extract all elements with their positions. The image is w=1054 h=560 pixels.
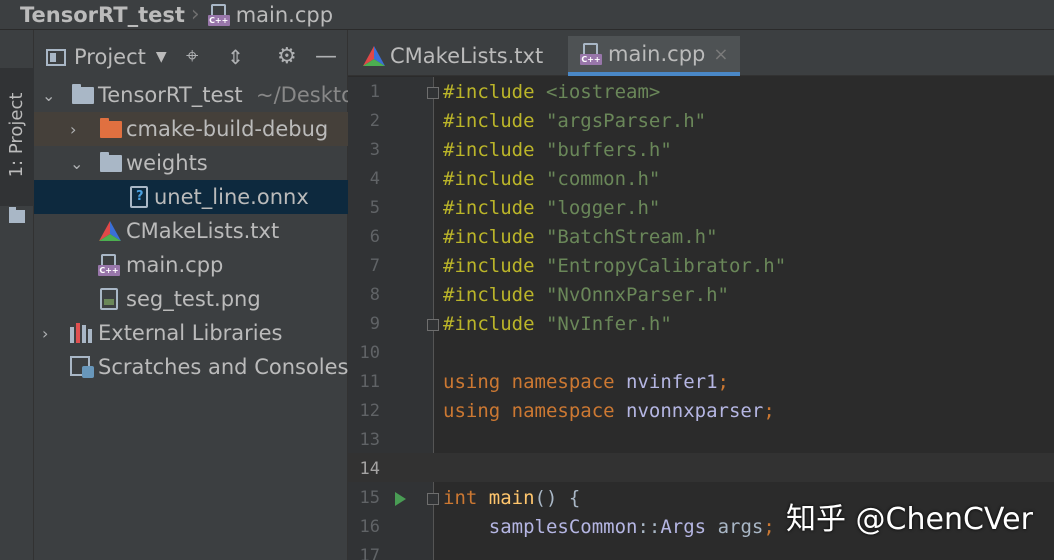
gear-icon[interactable]: ⚙ — [277, 44, 297, 70]
locate-crosshair-icon[interactable]: ⌖ — [186, 44, 198, 70]
tab-cmakelists[interactable]: CMakeLists.txt — [362, 36, 543, 76]
project-tool-window-button[interactable]: 1: Project — [0, 68, 34, 223]
line-number: 1 — [369, 82, 380, 102]
tree-item-cmake-build-debug[interactable]: › cmake-build-debug — [34, 112, 348, 146]
line-number: 15 — [359, 488, 380, 508]
tree-item-external-libraries[interactable]: › External Libraries — [34, 316, 348, 350]
tree-item-label: cmake-build-debug — [126, 117, 329, 141]
code-line[interactable]: using namespace nvonnxparser; — [443, 397, 775, 426]
tree-item-label: main.cpp — [126, 253, 224, 277]
code-line[interactable]: #include "BatchStream.h" — [443, 223, 718, 252]
tree-item-cmakelists[interactable]: CMakeLists.txt — [34, 214, 348, 248]
chevron-down-icon[interactable]: ⌄ — [42, 86, 55, 105]
line-number: 9 — [369, 314, 380, 334]
code-line[interactable]: #include "NvInfer.h" — [443, 310, 672, 339]
navigation-breadcrumb: TensorRT_test › C++ main.cpp — [0, 0, 1054, 30]
tree-item-weights[interactable]: ⌄ weights — [34, 146, 348, 180]
folder-icon — [9, 207, 25, 223]
code-line[interactable]: #include "argsParser.h" — [443, 107, 706, 136]
tree-item-label: seg_test.png — [126, 287, 261, 311]
tree-item-label: CMakeLists.txt — [126, 219, 280, 243]
current-line-highlight — [348, 453, 1054, 482]
line-number: 4 — [369, 169, 380, 189]
close-icon[interactable]: × — [713, 44, 728, 65]
line-number: 3 — [369, 140, 380, 160]
tab-label: CMakeLists.txt — [390, 44, 544, 68]
editor-tab-bar: CMakeLists.txt C++ main.cpp × — [348, 30, 1054, 76]
project-view-selector[interactable]: Project — [74, 45, 146, 69]
project-panel: Project ▼ ⌖ ⇕ ⚙ — ⌄ TensorRT_test ~/Desk… — [34, 30, 354, 560]
tree-item-label: weights — [126, 151, 208, 175]
folder-orange-icon — [100, 118, 122, 138]
scratches-icon — [70, 356, 94, 378]
fold-marker-icon[interactable] — [427, 319, 439, 331]
tree-item-seg-test-png[interactable]: seg_test.png — [34, 282, 348, 316]
tree-item-project-root[interactable]: ⌄ TensorRT_test ~/Deskto — [34, 78, 354, 112]
tree-item-unet-line-onnx[interactable]: ? unet_line.onnx — [34, 180, 348, 214]
run-icon[interactable] — [395, 492, 406, 506]
project-tool-window-label: 1: Project — [5, 92, 27, 178]
collapse-all-icon[interactable]: ⇕ — [227, 44, 244, 70]
folder-icon — [100, 152, 122, 172]
code-line[interactable]: #include "NvOnnxParser.h" — [443, 281, 729, 310]
tree-item-path-hint: ~/Deskto — [256, 83, 354, 107]
image-file-icon — [100, 288, 118, 310]
code-line[interactable]: #include "EntropyCalibrator.h" — [443, 252, 786, 281]
line-number: 5 — [369, 198, 380, 218]
code-line[interactable]: int main() { — [443, 484, 580, 513]
line-number: 13 — [359, 430, 380, 450]
watermark: 知乎 @ChenCVer — [786, 502, 1033, 537]
tab-main-cpp[interactable]: C++ main.cpp × — [568, 36, 741, 76]
tool-window-stripe: 1: Project — [0, 30, 34, 560]
hide-panel-icon[interactable]: — — [315, 44, 337, 70]
unknown-file-icon: ? — [130, 186, 148, 208]
tree-item-main-cpp[interactable]: C++ main.cpp — [34, 248, 348, 282]
code-line[interactable]: samplesCommon::Args args; — [443, 513, 775, 542]
code-line[interactable]: #include "logger.h" — [443, 194, 660, 223]
code-line[interactable]: #include "buffers.h" — [443, 136, 672, 165]
line-number: 14 — [359, 459, 380, 479]
chevron-down-icon[interactable]: ▼ — [156, 49, 167, 65]
cmake-icon — [99, 221, 121, 241]
line-number: 12 — [359, 401, 380, 421]
line-number: 8 — [369, 285, 380, 305]
line-number: 2 — [369, 111, 380, 131]
line-number: 10 — [359, 343, 380, 363]
tree-item-label: External Libraries — [98, 321, 283, 345]
cmake-icon — [363, 46, 385, 66]
code-editor[interactable]: 1 #include <iostream> 2 #include "argsParse… — [348, 77, 1054, 560]
line-number: 7 — [369, 256, 380, 276]
chevron-right-icon[interactable]: › — [70, 120, 76, 139]
tree-item-label: TensorRT_test — [98, 83, 243, 107]
cpp-file-icon: C++ — [207, 3, 230, 27]
cpp-file-icon: C++ — [580, 42, 602, 66]
code-line[interactable]: #include <iostream> — [443, 78, 660, 107]
libraries-icon — [70, 323, 92, 343]
chevron-down-icon[interactable]: ⌄ — [70, 154, 83, 173]
fold-marker-icon[interactable] — [427, 493, 439, 505]
breadcrumb-file[interactable]: main.cpp — [236, 3, 333, 27]
tree-item-label: Scratches and Consoles — [98, 355, 349, 379]
tree-item-scratches[interactable]: Scratches and Consoles — [34, 350, 349, 384]
folder-icon — [72, 84, 94, 104]
project-view-icon — [46, 48, 66, 66]
line-number: 16 — [359, 517, 380, 537]
code-line[interactable]: using namespace nvinfer1; — [443, 368, 729, 397]
fold-marker-icon[interactable] — [427, 87, 439, 99]
cpp-file-icon: C++ — [98, 253, 120, 277]
line-number: 17 — [359, 546, 380, 560]
line-number: 11 — [359, 372, 380, 392]
chevron-right-icon[interactable]: › — [42, 324, 48, 343]
tab-label: main.cpp — [608, 42, 706, 66]
breadcrumb-project[interactable]: TensorRT_test — [20, 3, 185, 27]
line-number: 6 — [369, 227, 380, 247]
tree-item-label: unet_line.onnx — [154, 185, 309, 209]
code-line[interactable]: #include "common.h" — [443, 165, 660, 194]
breadcrumb-separator-icon: › — [190, 2, 200, 27]
